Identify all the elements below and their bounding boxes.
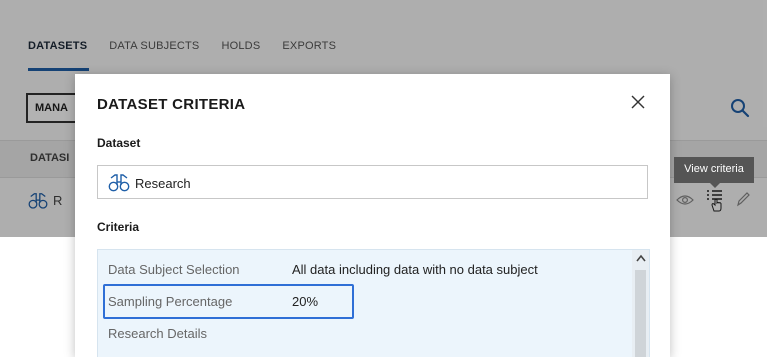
criteria-label: Criteria: [97, 220, 140, 234]
tab-exports[interactable]: EXPORTS: [282, 40, 336, 74]
criteria-key: Research Details: [108, 326, 207, 341]
scroll-up-icon[interactable]: [636, 254, 646, 262]
criteria-key: Data Subject Selection: [108, 262, 240, 277]
search-icon[interactable]: [728, 96, 752, 120]
pencil-icon[interactable]: [735, 190, 751, 208]
dataset-value: Research: [135, 176, 191, 191]
dataset-criteria-dialog: DATASET CRITERIA Dataset Research Criter…: [75, 74, 670, 357]
criteria-scrollbar[interactable]: [632, 250, 649, 357]
binoculars-icon: [28, 193, 48, 209]
tab-holds[interactable]: HOLDS: [221, 40, 260, 74]
dataset-field: Research: [97, 165, 648, 199]
eye-icon[interactable]: [676, 193, 694, 207]
criteria-list: Data Subject Selection All data includin…: [97, 249, 650, 357]
close-icon[interactable]: [629, 93, 647, 111]
table-header-label: DATASI: [30, 152, 70, 164]
view-criteria-tooltip: View criteria: [674, 157, 754, 188]
tab-data-subjects[interactable]: DATA SUBJECTS: [109, 40, 199, 74]
active-tab-underline: [28, 68, 89, 71]
dialog-title: DATASET CRITERIA: [97, 96, 246, 113]
dataset-label: Dataset: [97, 136, 141, 150]
criteria-value: All data including data with no data sub…: [292, 262, 538, 277]
row-dataset-label[interactable]: R: [53, 193, 62, 208]
scrollbar-thumb[interactable]: [635, 270, 646, 357]
sampling-percentage-highlight: [103, 284, 354, 319]
binoculars-icon: [108, 174, 130, 192]
